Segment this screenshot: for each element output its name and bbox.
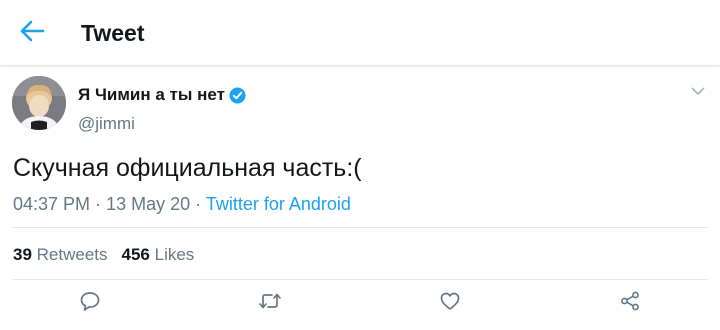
meta-separator: · bbox=[195, 194, 206, 214]
tweet-source-link[interactable]: Twitter for Android bbox=[206, 194, 351, 214]
divider bbox=[13, 279, 708, 280]
tweet-date: 13 May 20 bbox=[106, 194, 191, 214]
like-button[interactable] bbox=[437, 290, 463, 316]
retweets-count: 39 bbox=[13, 245, 37, 264]
divider bbox=[13, 227, 708, 228]
tweet-text: Скучная официальная часть:( bbox=[13, 154, 362, 182]
retweets-label: Retweets bbox=[36, 245, 108, 264]
meta-separator: · bbox=[95, 194, 107, 214]
tweet-detail-screen: Tweet Я Чимин а ты нет @jimmi Скучная оф… bbox=[0, 0, 720, 330]
share-button[interactable] bbox=[617, 290, 643, 316]
page-title: Tweet bbox=[81, 20, 145, 46]
likes-label: Likes bbox=[154, 245, 195, 264]
arrow-left-icon bbox=[19, 20, 45, 47]
author-name[interactable]: Я Чимин а ты нет bbox=[78, 85, 246, 105]
share-icon bbox=[619, 290, 641, 317]
more-options-button[interactable] bbox=[688, 84, 708, 100]
retweets-stat[interactable]: 39 Retweets bbox=[13, 245, 108, 265]
retweet-icon bbox=[258, 290, 282, 317]
back-button[interactable] bbox=[14, 15, 50, 51]
author-name-text: Я Чимин а ты нет bbox=[78, 85, 225, 104]
author-handle[interactable]: @jimmi bbox=[78, 114, 135, 134]
verified-badge-icon bbox=[229, 87, 246, 104]
heart-icon bbox=[439, 290, 461, 317]
app-bar: Tweet bbox=[0, 0, 720, 66]
likes-count: 456 bbox=[121, 245, 155, 264]
avatar[interactable] bbox=[12, 76, 66, 130]
reply-button[interactable] bbox=[77, 290, 103, 316]
likes-stat[interactable]: 456 Likes bbox=[122, 245, 195, 265]
retweet-button[interactable] bbox=[257, 290, 283, 316]
tweet-stats: 39 Retweets 456 Likes bbox=[13, 245, 208, 265]
reply-icon bbox=[79, 290, 101, 317]
chevron-down-icon bbox=[691, 83, 705, 101]
tweet-metadata: 04:37 PM · 13 May 20 · Twitter for Andro… bbox=[13, 193, 351, 215]
tweet-time: 04:37 PM bbox=[13, 194, 91, 214]
